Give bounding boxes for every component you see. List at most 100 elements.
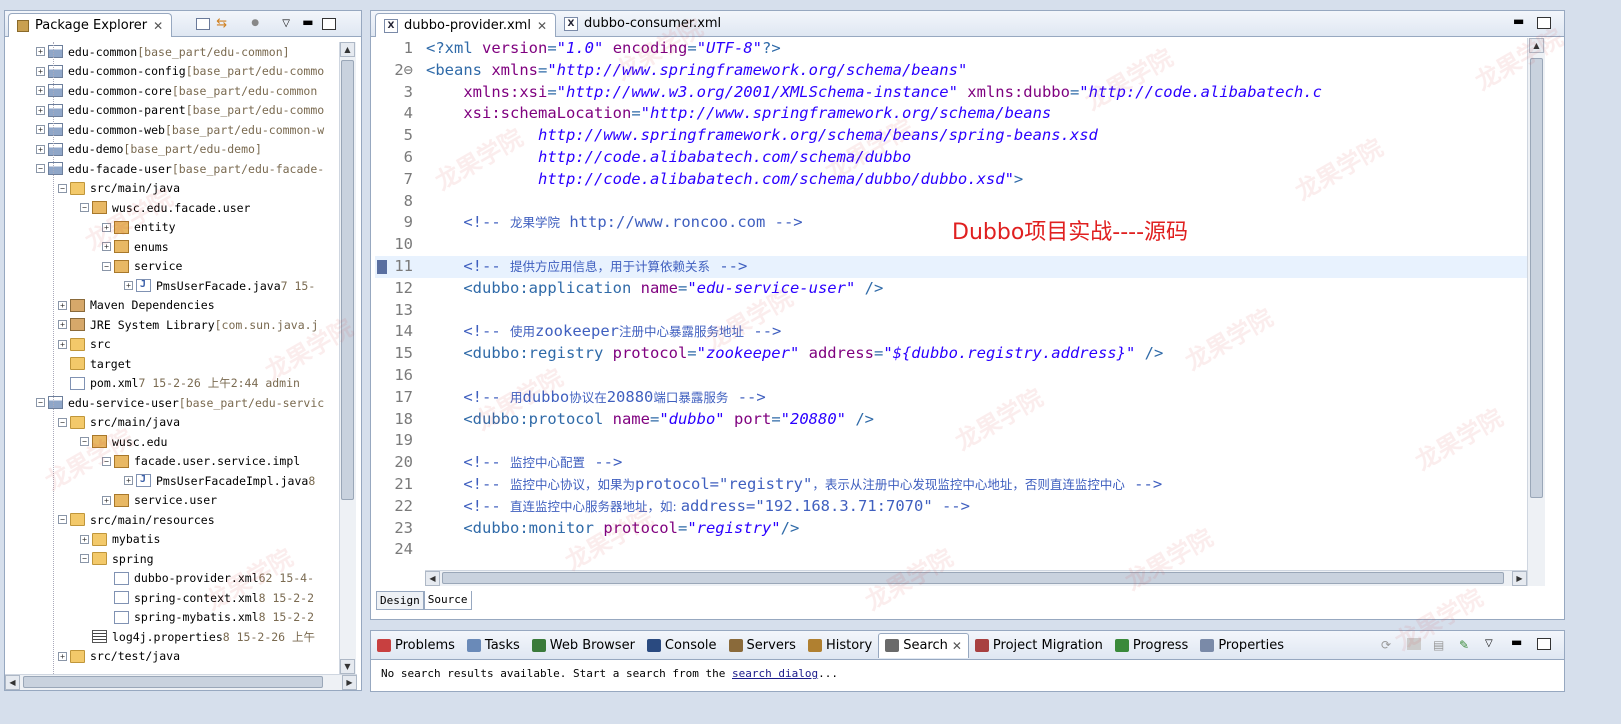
tab-progress[interactable]: Progress: [1109, 633, 1194, 658]
expand-icon[interactable]: +: [58, 339, 67, 349]
tree-item[interactable]: − src/main/java: [12, 413, 352, 433]
expand-icon[interactable]: +: [102, 222, 111, 232]
tree-item[interactable]: + Maven Dependencies: [12, 296, 352, 316]
tree-item[interactable]: target: [12, 354, 352, 374]
collapse-icon[interactable]: −: [36, 164, 45, 174]
tab-dubbo-provider-xml[interactable]: Xdubbo-provider.xml ✕: [375, 13, 557, 37]
refresh-icon[interactable]: ⟳: [1381, 638, 1395, 652]
hscroll-thumb[interactable]: [23, 676, 323, 688]
collapse-icon[interactable]: −: [102, 456, 111, 466]
minimize-icon[interactable]: ▬: [302, 16, 316, 30]
code-line[interactable]: 10: [375, 234, 1527, 256]
tree-item[interactable]: + edu-common-parent [base_part/edu-commo: [12, 101, 352, 121]
code-line[interactable]: 8: [375, 191, 1527, 213]
editor-scroll-thumb[interactable]: [1530, 58, 1543, 498]
code-line[interactable]: 21 <!-- 监控中心协议，如果为protocol="registry"，表示…: [375, 474, 1527, 496]
collapse-icon[interactable]: −: [36, 398, 45, 408]
minimize-icon[interactable]: ▬: [1513, 15, 1527, 29]
code-line[interactable]: 6 http://code.alibabatech.com/schema/dub…: [375, 147, 1527, 169]
expand-icon[interactable]: +: [58, 320, 67, 330]
expand-icon[interactable]: +: [102, 242, 111, 252]
expand-icon[interactable]: +: [58, 651, 67, 661]
code-line[interactable]: 4 xsi:schemaLocation="http://www.springf…: [375, 103, 1527, 125]
code-line[interactable]: 11 <!-- 提供方应用信息，用于计算依赖关系 -->: [375, 255, 1527, 278]
collapse-icon[interactable]: −: [80, 554, 89, 564]
code-line[interactable]: 20 <!-- 监控中心配置 -->: [375, 452, 1527, 474]
tree-item[interactable]: + entity: [12, 218, 352, 238]
tree-item[interactable]: spring-mybatis.xml 8 15-2-2: [12, 608, 352, 628]
editor-hscroll-thumb[interactable]: [442, 572, 1504, 584]
tree-item[interactable]: + edu-common-config [base_part/edu-commo: [12, 62, 352, 82]
tree-item[interactable]: pom.xml 7 15-2-26 上午2:44 admin: [12, 374, 352, 394]
code-line[interactable]: 9 <!-- 龙果学院 http://www.roncoo.com -->: [375, 212, 1527, 234]
scroll-left-button[interactable]: ◀: [5, 675, 20, 690]
collapse-icon[interactable]: −: [58, 183, 67, 193]
expand-icon[interactable]: +: [36, 144, 45, 154]
code-line[interactable]: 19: [375, 430, 1527, 452]
expand-icon[interactable]: +: [36, 47, 45, 57]
tab-project-migration[interactable]: Project Migration: [969, 633, 1109, 658]
expand-icon[interactable]: +: [36, 66, 45, 76]
collapse-icon[interactable]: −: [102, 261, 111, 271]
code-line[interactable]: 5 http://www.springframework.org/schema/…: [375, 125, 1527, 147]
explorer-horizontal-scrollbar[interactable]: ◀ ▶: [5, 674, 357, 690]
link-with-editor-icon[interactable]: ⇆: [216, 17, 230, 30]
tree-item[interactable]: − edu-facade-user [base_part/edu-facade-: [12, 159, 352, 179]
tree-item[interactable]: − src/main/java: [12, 179, 352, 199]
tree-item[interactable]: + mybatis: [12, 530, 352, 550]
editor-vertical-scrollbar[interactable]: ▲: [1527, 38, 1545, 586]
expand-icon[interactable]: +: [80, 534, 89, 544]
editor-scroll-up-button[interactable]: ▲: [1529, 38, 1544, 53]
collapse-icon[interactable]: −: [58, 515, 67, 525]
minimize-icon[interactable]: ▬: [1511, 636, 1525, 650]
code-line[interactable]: 7 http://code.alibabatech.com/schema/dub…: [375, 169, 1527, 191]
history-icon[interactable]: ▤: [1433, 638, 1447, 652]
tab-properties[interactable]: Properties: [1194, 633, 1290, 658]
code-line[interactable]: 18 <dubbo:protocol name="dubbo" port="20…: [375, 409, 1527, 431]
tab-web-browser[interactable]: Web Browser: [526, 633, 641, 658]
tree-item[interactable]: + enums: [12, 237, 352, 257]
stop-icon[interactable]: [1407, 638, 1421, 650]
chevron-down-icon[interactable]: ▽: [282, 18, 296, 30]
tree-item[interactable]: + PmsUserFacadeImpl.java 8: [12, 471, 352, 491]
expand-icon[interactable]: +: [124, 476, 133, 486]
tree-item[interactable]: + src/test/java: [12, 647, 352, 667]
maximize-icon[interactable]: [1537, 638, 1551, 650]
close-icon[interactable]: ✕: [952, 639, 962, 653]
code-line[interactable]: 3 xmlns:xsi="http://www.w3.org/2001/XMLS…: [375, 82, 1527, 104]
tree-item[interactable]: − edu-service-user [base_part/edu-servic: [12, 393, 352, 413]
tab-history[interactable]: History: [802, 633, 878, 658]
editor-scroll-left-button[interactable]: ◀: [425, 571, 440, 586]
code-line[interactable]: 2⊖ <beans xmlns="http://www.springframewo…: [375, 60, 1527, 82]
tree-item[interactable]: + PmsUserFacade.java 7 15-: [12, 276, 352, 296]
tree-item[interactable]: − facade.user.service.impl: [12, 452, 352, 472]
tree-item[interactable]: − service: [12, 257, 352, 277]
tree-item[interactable]: + edu-demo [base_part/edu-demo]: [12, 140, 352, 160]
scroll-thumb[interactable]: [341, 60, 354, 500]
tree-item[interactable]: − src/main/resources: [12, 510, 352, 530]
tab-tasks[interactable]: Tasks: [461, 633, 526, 658]
expand-icon[interactable]: +: [36, 86, 45, 96]
expand-icon[interactable]: +: [36, 105, 45, 115]
code-editor[interactable]: 1 <?xml version="1.0" encoding="UTF-8"?> 2…: [375, 38, 1527, 568]
code-line[interactable]: 15 <dubbo:registry protocol="zookeeper" …: [375, 343, 1527, 365]
scroll-right-button[interactable]: ▶: [342, 675, 357, 690]
code-line[interactable]: 24: [375, 539, 1527, 561]
tab-console[interactable]: Console: [641, 633, 723, 658]
code-line[interactable]: 1 <?xml version="1.0" encoding="UTF-8"?>: [375, 38, 1527, 60]
pin-icon[interactable]: ✎: [1459, 638, 1473, 652]
tab-source[interactable]: Source: [423, 591, 472, 610]
tree-item[interactable]: − wusc.edu: [12, 432, 352, 452]
tree-item[interactable]: spring-context.xml 8 15-2-2: [12, 588, 352, 608]
tree-item[interactable]: + JRE System Library [com.sun.java.j: [12, 315, 352, 335]
tree-item[interactable]: + edu-common-core [base_part/edu-common: [12, 81, 352, 101]
tree-item[interactable]: + src: [12, 335, 352, 355]
chevron-down-icon[interactable]: ▽: [1485, 638, 1499, 650]
tab-servers[interactable]: Servers: [723, 633, 802, 658]
search-dialog-link[interactable]: search dialog: [732, 667, 818, 680]
collapse-icon[interactable]: −: [80, 437, 89, 447]
tree-item[interactable]: + edu-common-web [base_part/edu-common-w: [12, 120, 352, 140]
code-line[interactable]: 17 <!-- 用dubbo协议在20880端口暴露服务 -->: [375, 387, 1527, 409]
tree-item[interactable]: − wusc.edu.facade.user: [12, 198, 352, 218]
editor-scroll-right-button[interactable]: ▶: [1512, 571, 1527, 586]
